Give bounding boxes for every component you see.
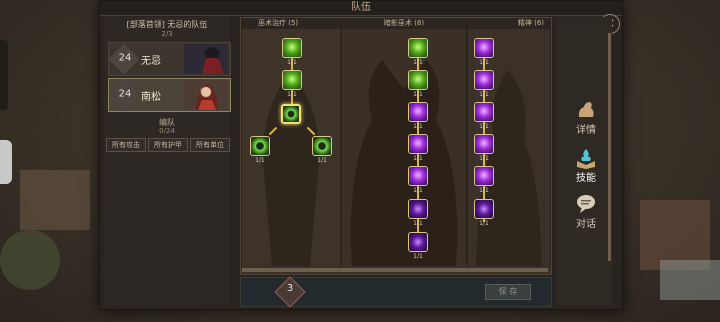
team-window: 队伍 × [部落首领] 无忌的队伍 2/3 24 无忌 24 南松 bbox=[99, 0, 623, 310]
tab-dialogue[interactable]: 对话 bbox=[564, 191, 608, 233]
column-silhouette bbox=[350, 60, 458, 266]
skill-tree: 巫术治疗 (5) 1/1 1/1 1/1 1/1 暗影巫术 (8) 1/1 1/… bbox=[240, 17, 552, 275]
skill-node-burst[interactable] bbox=[408, 199, 428, 219]
team-panel: [部落首领] 无忌的队伍 2/3 24 无忌 24 南松 编队 0/24 所有攻… bbox=[104, 17, 231, 305]
skill-node-rune[interactable] bbox=[474, 199, 494, 219]
filter-unit-dropdown[interactable]: 所有单位 bbox=[190, 138, 230, 152]
save-button[interactable]: 保 存 bbox=[485, 284, 531, 300]
speech-bubble-icon bbox=[577, 195, 595, 213]
window-title: 队伍 bbox=[351, 2, 371, 13]
skill-footer: 3 保 存 bbox=[240, 276, 552, 308]
level-badge: 24 bbox=[108, 79, 140, 111]
title-bar: 队伍 bbox=[100, 1, 622, 16]
squad-count: 0/24 bbox=[159, 127, 175, 135]
hero-name: 南松 bbox=[141, 92, 161, 103]
skill-node-heal-2[interactable] bbox=[282, 70, 302, 90]
skill-book-icon bbox=[577, 149, 595, 169]
column-header: 暗影巫术 (8) bbox=[342, 18, 466, 29]
skill-count: 1/1 bbox=[413, 91, 423, 98]
column-header: 精神 (6) bbox=[468, 18, 550, 29]
hero-portrait bbox=[184, 44, 228, 74]
skill-node-spirit-1[interactable] bbox=[474, 38, 494, 58]
left-edge-handle[interactable] bbox=[0, 140, 12, 184]
vertical-scrollbar[interactable] bbox=[608, 33, 611, 261]
tab-details[interactable]: 详情 bbox=[564, 97, 608, 139]
skill-count: 1/1 bbox=[479, 155, 489, 162]
hero-level: 24 bbox=[118, 52, 132, 64]
left-edge-shadow bbox=[0, 40, 8, 110]
skill-count: 1/1 bbox=[413, 123, 423, 130]
team-count: 2/3 bbox=[161, 30, 173, 38]
skill-count: 1/1 bbox=[479, 91, 489, 98]
bg-tree-left bbox=[0, 230, 60, 290]
skill-count: 1/1 bbox=[479, 187, 489, 194]
skill-node-vortex[interactable] bbox=[408, 232, 428, 252]
skill-node-spirit-2[interactable] bbox=[474, 70, 494, 90]
skill-points-value: 3 bbox=[286, 283, 294, 294]
skill-node-spirit-4[interactable] bbox=[474, 134, 494, 154]
skill-node-claw-4[interactable] bbox=[408, 134, 428, 154]
horizontal-scrollbar[interactable] bbox=[242, 268, 548, 272]
strength-arm-icon bbox=[578, 102, 594, 117]
skill-count: 1/1 bbox=[255, 157, 265, 164]
skill-count: 1/1 bbox=[413, 220, 423, 227]
team-title: [部落首领] 无忌的队伍 bbox=[126, 20, 208, 29]
skill-count: 1/1 bbox=[479, 123, 489, 130]
skill-count: 1/1 bbox=[413, 253, 423, 260]
scrollbar-thumb[interactable] bbox=[242, 268, 548, 272]
skill-node-claw-3[interactable] bbox=[408, 102, 428, 122]
skill-node-eye-right[interactable] bbox=[312, 136, 332, 156]
side-tab-panel: 详情 技能 对话 bbox=[556, 17, 612, 305]
skill-count: 1/1 bbox=[413, 59, 423, 66]
hero-card-wuji[interactable]: 24 无忌 bbox=[108, 42, 231, 76]
bg-building-left bbox=[20, 170, 90, 230]
skill-node-spirit-5[interactable] bbox=[474, 166, 494, 186]
filter-bar: 所有攻击 所有护甲 所有单位 bbox=[106, 138, 230, 152]
skill-count: 1/1 bbox=[287, 91, 297, 98]
filter-armor-dropdown[interactable]: 所有护甲 bbox=[148, 138, 188, 152]
skill-column-shadow-witchcraft: 暗影巫术 (8) 1/1 1/1 1/1 1/1 1/1 1/1 1/1 bbox=[341, 18, 467, 266]
skill-node-spirit-3[interactable] bbox=[474, 102, 494, 122]
skill-count: 1/1 bbox=[479, 59, 489, 66]
skill-count: 1/1 bbox=[413, 155, 423, 162]
skill-node-lightning[interactable] bbox=[408, 166, 428, 186]
skill-column-spirit: 精神 (6) 1/1 1/1 1/1 1/1 1/1 1/1 bbox=[467, 18, 551, 266]
skill-count: 1/1 bbox=[317, 157, 327, 164]
tab-label: 技能 bbox=[576, 173, 596, 184]
skill-node-claw-1[interactable] bbox=[408, 38, 428, 58]
bg-roof-right bbox=[660, 260, 720, 300]
skill-node-eye-selected[interactable] bbox=[281, 104, 301, 124]
hero-card-nansong[interactable]: 24 南松 bbox=[108, 78, 231, 112]
skill-node-claw-2[interactable] bbox=[408, 70, 428, 90]
skill-column-witch-heal: 巫术治疗 (5) 1/1 1/1 1/1 1/1 bbox=[241, 18, 341, 266]
tab-skills[interactable]: 技能 bbox=[564, 145, 608, 187]
filter-attack-dropdown[interactable]: 所有攻击 bbox=[106, 138, 146, 152]
hero-name: 无忌 bbox=[141, 56, 161, 67]
level-badge: 24 bbox=[108, 43, 140, 75]
hero-portrait bbox=[184, 80, 228, 110]
column-header: 巫术治疗 (5) bbox=[242, 18, 340, 29]
skill-count: 1/1 bbox=[413, 187, 423, 194]
tab-label: 详情 bbox=[576, 125, 596, 136]
skill-count: 1/1 bbox=[479, 220, 489, 227]
skill-node-heal-1[interactable] bbox=[282, 38, 302, 58]
skill-node-eye-left[interactable] bbox=[250, 136, 270, 156]
skill-count: 1/1 bbox=[287, 59, 297, 66]
hero-level: 24 bbox=[118, 88, 132, 100]
tab-label: 对话 bbox=[576, 219, 596, 230]
